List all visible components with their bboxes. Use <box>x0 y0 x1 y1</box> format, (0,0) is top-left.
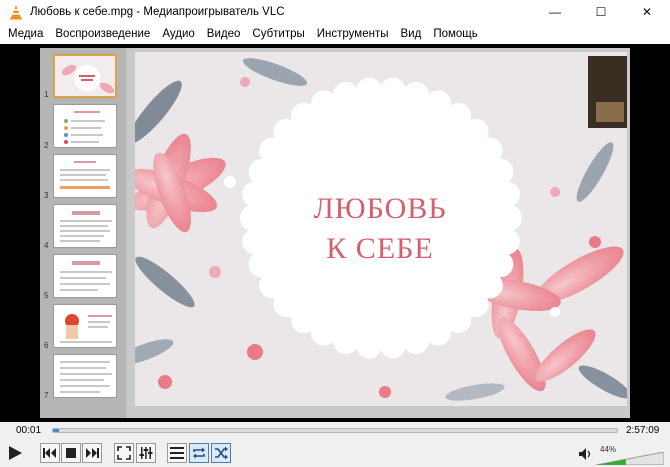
maximize-icon: ☐ <box>595 5 607 19</box>
window-title: Любовь к себе.mpg - Медиапроигрыватель V… <box>30 6 285 18</box>
previous-icon <box>43 448 56 458</box>
video-frame: 1 2 3 4 5 6 7 ЛЮБОВЬ К СЕБЕ <box>40 48 630 418</box>
minimize-icon: — <box>549 5 561 19</box>
slide-thumbnail <box>53 154 117 198</box>
mute-button[interactable] <box>578 447 592 464</box>
slide-thumbnail-number: 5 <box>44 291 49 300</box>
menu-playback[interactable]: Воспроизведение <box>49 24 156 44</box>
menu-subtitles[interactable]: Субтитры <box>246 24 310 44</box>
close-button[interactable]: ✕ <box>624 0 670 24</box>
playlist-icon <box>170 447 184 459</box>
stop-icon <box>66 448 76 458</box>
slide-thumbnail-number: 2 <box>44 141 49 150</box>
next-button[interactable] <box>82 443 102 463</box>
slide-thumbnail <box>53 54 117 98</box>
slide-thumbnail-number: 3 <box>44 191 49 200</box>
slide-thumbnail <box>53 204 117 248</box>
menu-view[interactable]: Вид <box>395 24 428 44</box>
slide-thumbnail <box>53 104 117 148</box>
loop-icon <box>193 447 205 459</box>
title-bar: Любовь к себе.mpg - Медиапроигрыватель V… <box>0 0 670 24</box>
play-icon <box>9 446 22 460</box>
video-area[interactable]: 1 2 3 4 5 6 7 ЛЮБОВЬ К СЕБЕ <box>0 44 670 422</box>
slide-thumbnail-number: 1 <box>44 90 49 99</box>
menu-tools[interactable]: Инструменты <box>311 24 395 44</box>
previous-button[interactable] <box>40 443 60 463</box>
extended-settings-button[interactable] <box>136 443 156 463</box>
vlc-cone-icon <box>8 4 24 20</box>
stop-button[interactable] <box>61 443 81 463</box>
maximize-button[interactable]: ☐ <box>578 0 624 24</box>
loop-button[interactable] <box>189 443 209 463</box>
fullscreen-button[interactable] <box>114 443 134 463</box>
seek-row: 00:01 2:57:09 <box>0 422 670 440</box>
seek-slider[interactable] <box>52 428 618 433</box>
next-icon <box>86 448 99 458</box>
random-button[interactable] <box>211 443 231 463</box>
menu-media[interactable]: Медиа <box>2 24 49 44</box>
menu-audio[interactable]: Аудио <box>156 24 200 44</box>
total-duration: 2:57:09 <box>626 425 660 436</box>
slide-thumbnail-panel: 1 2 3 4 5 6 7 <box>40 48 126 418</box>
slide-thumbnail <box>53 254 117 298</box>
seek-slider-fill <box>53 429 59 432</box>
playlist-button[interactable] <box>167 443 187 463</box>
speaker-icon <box>579 448 591 460</box>
presentation-slide: ЛЮБОВЬ К СЕБЕ <box>135 52 627 406</box>
slide-title-line2: К СЕБЕ <box>326 232 434 265</box>
slide-thumbnail-number: 6 <box>44 341 49 350</box>
slide-title-line1: ЛЮБОВЬ <box>313 192 447 225</box>
play-button[interactable] <box>4 442 26 464</box>
slide-thumbnail <box>53 354 117 398</box>
shuffle-icon <box>215 446 228 460</box>
webcam-overlay <box>588 56 627 128</box>
slide-thumbnail-number: 4 <box>44 241 49 250</box>
slide-thumbnail-number: 7 <box>44 391 49 400</box>
menu-help[interactable]: Помощь <box>427 24 483 44</box>
fullscreen-icon <box>117 446 131 460</box>
close-icon: ✕ <box>641 5 653 19</box>
extended-settings-icon <box>139 447 153 459</box>
slide-thumbnail <box>53 304 117 348</box>
controls-bar: 44% <box>0 440 670 467</box>
menu-bar: Медиа Воспроизведение Аудио Видео Субтит… <box>0 24 670 44</box>
menu-video[interactable]: Видео <box>201 24 247 44</box>
elapsed-time: 00:01 <box>16 425 42 436</box>
volume-slider[interactable] <box>595 451 665 467</box>
minimize-button[interactable]: — <box>532 0 578 24</box>
floral-background <box>135 52 627 406</box>
